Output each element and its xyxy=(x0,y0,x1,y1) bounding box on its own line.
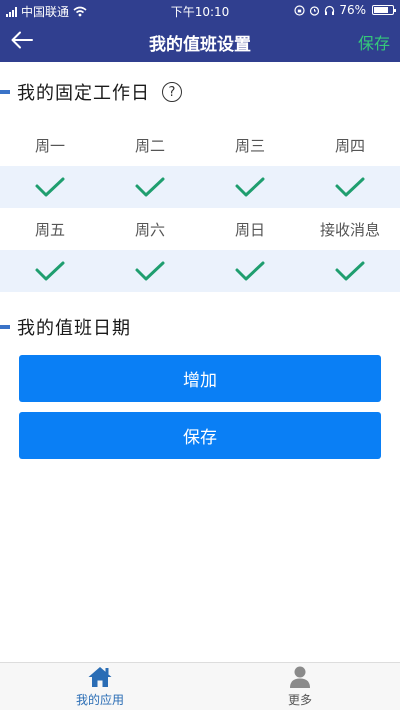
tab-my-apps[interactable]: 我的应用 xyxy=(0,663,200,710)
weekday-label-row-2: 周五 周六 周日 接收消息 xyxy=(0,208,400,250)
status-right: 76% xyxy=(294,3,396,17)
checkmark-icon xyxy=(135,261,165,281)
tab-my-apps-label: 我的应用 xyxy=(75,693,124,707)
headphones-icon xyxy=(325,5,335,15)
weekday-label-thu: 周四 xyxy=(334,136,365,155)
receive-messages-check[interactable] xyxy=(300,250,400,292)
tab-more-label: 更多 xyxy=(287,693,312,707)
tab-more[interactable]: 更多 xyxy=(200,663,400,710)
section-marker xyxy=(0,325,10,329)
weekday-grid: 周一 周二 周三 周四 周五 周六 周日 接收消息 xyxy=(0,124,400,292)
status-bar: 中国联通 下午10:10 76% xyxy=(0,0,400,22)
checkmark-icon xyxy=(335,261,365,281)
fixed-days-section-header: 我的固定工作日 ? xyxy=(0,78,182,106)
weekday-check-sun[interactable] xyxy=(200,250,300,292)
checkmark-icon xyxy=(335,177,365,197)
save-button[interactable]: 保存 xyxy=(19,412,381,459)
duty-dates-title: 我的值班日期 xyxy=(17,318,131,339)
weekday-label-row-1: 周一 周二 周三 周四 xyxy=(0,124,400,166)
weekday-check-tue[interactable] xyxy=(100,166,200,208)
battery-icon xyxy=(372,5,396,15)
checkmark-icon xyxy=(235,261,265,281)
weekday-label-wed: 周三 xyxy=(234,136,265,155)
weekday-label-mon: 周一 xyxy=(34,136,65,155)
checkmark-icon xyxy=(235,177,265,197)
help-icon[interactable]: ? xyxy=(162,82,182,102)
checkmark-icon xyxy=(135,177,165,197)
weekday-check-wed[interactable] xyxy=(200,166,300,208)
header-save-button[interactable]: 保存 xyxy=(358,30,390,54)
page-title: 我的值班设置 xyxy=(149,35,251,55)
rotation-lock-icon xyxy=(294,4,305,16)
home-icon xyxy=(88,667,112,687)
weekday-check-row-1 xyxy=(0,166,400,208)
tab-bar: 我的应用 更多 xyxy=(0,662,400,710)
fixed-days-title: 我的固定工作日 xyxy=(17,83,150,104)
weekday-check-thu[interactable] xyxy=(300,166,400,208)
weekday-label-fri: 周五 xyxy=(34,220,65,239)
checkmark-icon xyxy=(35,261,65,281)
section-marker xyxy=(0,90,10,94)
header: 中国联通 下午10:10 76% 我的值班设置 保存 xyxy=(0,0,400,62)
user-icon xyxy=(290,666,310,688)
add-button[interactable]: 增加 xyxy=(19,355,381,402)
weekday-label-tue: 周二 xyxy=(134,136,165,155)
battery-percent: 76% xyxy=(339,3,366,17)
alarm-icon xyxy=(310,5,320,16)
duty-dates-section-header: 我的值班日期 xyxy=(0,313,131,341)
checkmark-icon xyxy=(35,177,65,197)
receive-messages-label: 接收消息 xyxy=(319,220,380,239)
weekday-check-mon[interactable] xyxy=(0,166,100,208)
weekday-check-fri[interactable] xyxy=(0,250,100,292)
weekday-label-sun: 周日 xyxy=(234,220,265,239)
weekday-check-row-2 xyxy=(0,250,400,292)
weekday-check-sat[interactable] xyxy=(100,250,200,292)
weekday-label-sat: 周六 xyxy=(134,220,165,239)
